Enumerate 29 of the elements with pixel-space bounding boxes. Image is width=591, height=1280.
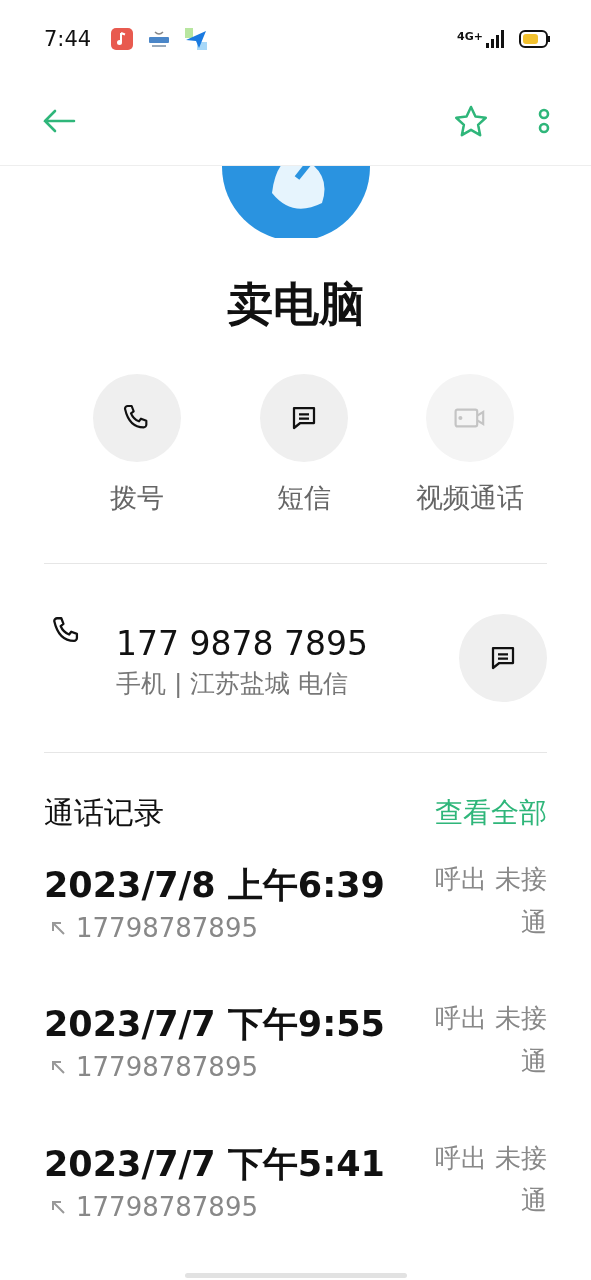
- battery-icon: [519, 29, 551, 48]
- network-type: 4G+: [457, 30, 483, 43]
- outgoing-arrow-icon: [50, 1059, 66, 1076]
- contact-name: 卖电脑: [225, 276, 366, 334]
- call-number: 17798787895: [76, 1052, 258, 1083]
- paper-plane-icon: [185, 27, 208, 50]
- call-status: 呼出 未接通: [433, 1141, 547, 1218]
- status-time: 7:44: [44, 26, 92, 51]
- phone-detail: 手机 | 江苏盐城 电信: [116, 667, 350, 700]
- phone-number: 177 9878 7895: [116, 623, 369, 663]
- back-arrow-icon: [42, 108, 76, 135]
- call-datetime: 2023/7/7 下午5:41: [44, 1142, 385, 1186]
- call-number: 17798787895: [76, 1191, 258, 1222]
- outgoing-arrow-icon: [50, 919, 66, 936]
- signal-icon: [485, 28, 505, 49]
- section-title: 通话记录: [44, 793, 164, 832]
- call-datetime: 2023/7/8 上午6:39: [44, 863, 385, 907]
- music-app-icon: [111, 27, 134, 50]
- call-datetime: 2023/7/7 下午9:55: [44, 1003, 385, 1047]
- call-status: 呼出 未接通: [433, 862, 547, 939]
- outgoing-arrow-icon: [50, 1198, 66, 1215]
- call-number: 17798787895: [76, 912, 258, 943]
- action-label: 短信: [276, 481, 331, 516]
- action-label: 视频通话: [416, 481, 524, 516]
- call-status: 呼出 未接通: [433, 1002, 547, 1078]
- action-label: 拨号: [110, 481, 164, 516]
- view-all-link[interactable]: 查看全部: [435, 794, 547, 833]
- app-logo-icon: [147, 28, 172, 49]
- star-icon: [453, 104, 489, 139]
